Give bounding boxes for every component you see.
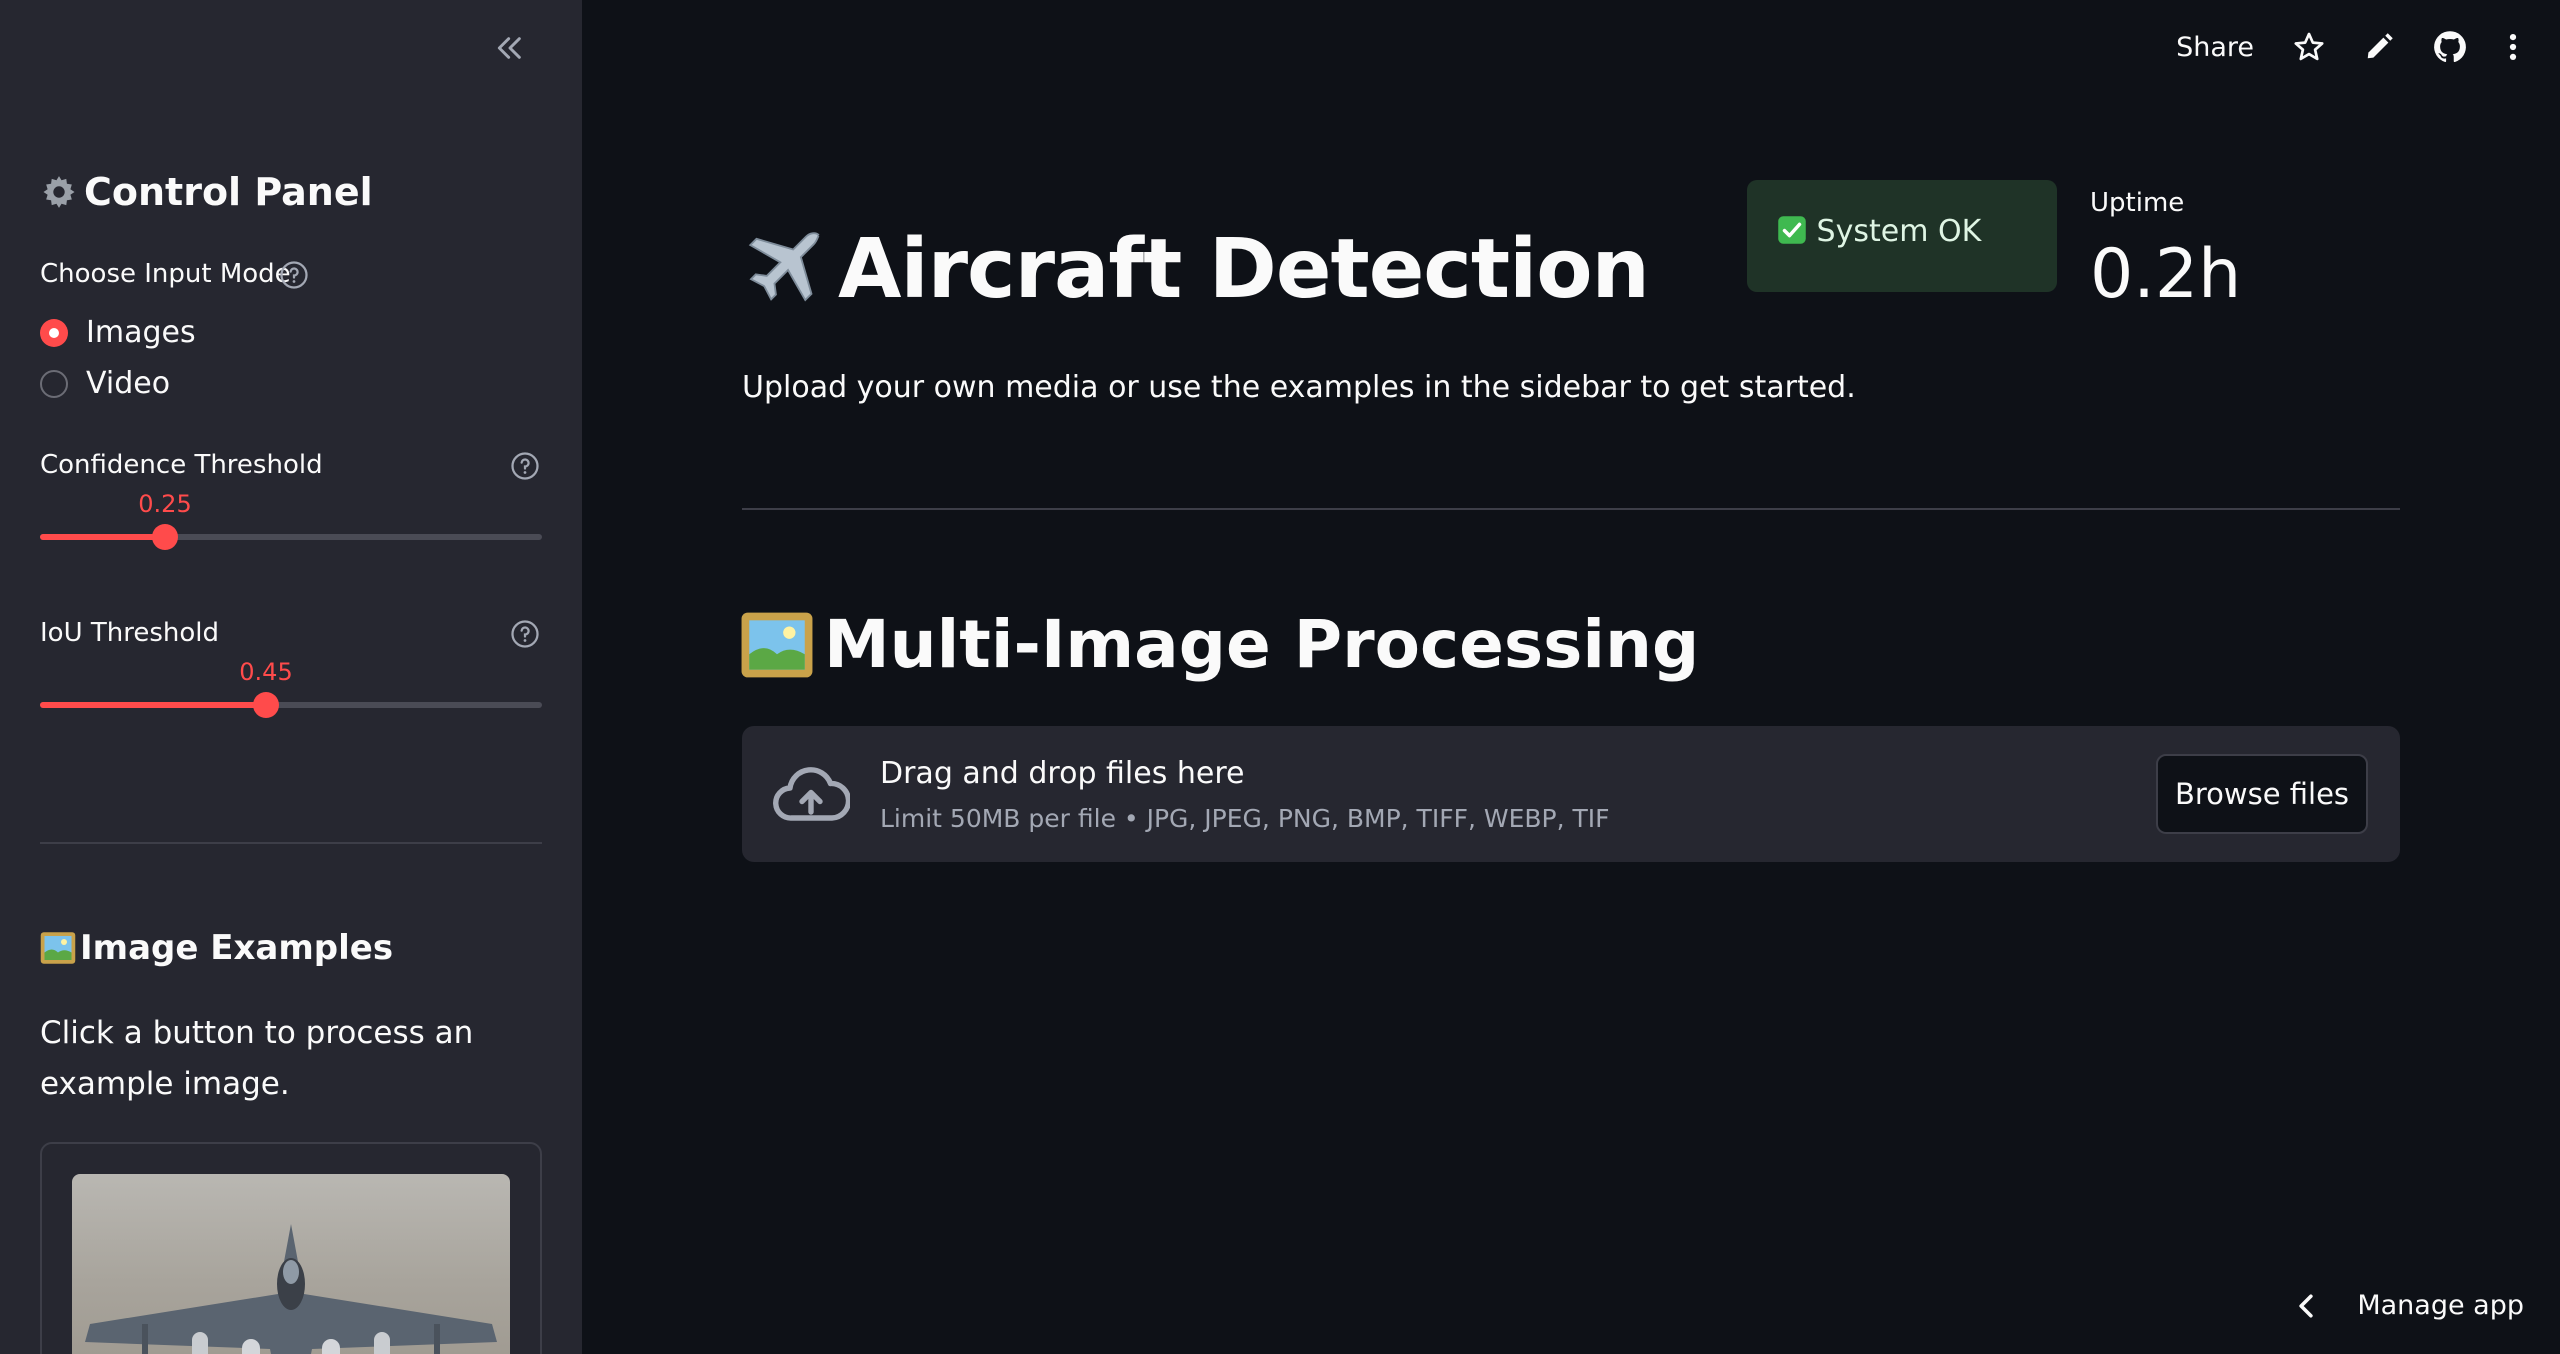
slider-thumb[interactable] — [253, 692, 279, 718]
slider-thumb[interactable] — [152, 524, 178, 550]
framed-picture-icon — [40, 932, 76, 964]
radio-button-selected[interactable] — [40, 318, 68, 347]
sidebar: Control Panel Choose Input Mode Images V… — [0, 0, 582, 1354]
pencil-icon — [2367, 33, 2393, 59]
examples-description: Click a button to process an example ima… — [40, 1015, 474, 1102]
star-button[interactable] — [2292, 30, 2326, 64]
iou-threshold-label: IoU Threshold — [40, 618, 220, 648]
input-mode-label: Choose Input Mode — [40, 259, 291, 289]
framed-picture-icon — [741, 612, 813, 677]
confidence-slider[interactable] — [40, 524, 542, 550]
sidebar-title-text: Control Panel — [84, 170, 373, 214]
browse-files-button[interactable]: Browse files — [2156, 754, 2368, 834]
upload-title: Drag and drop files here — [880, 756, 1245, 791]
file-uploader-dropzone[interactable]: Drag and drop files here Limit 50MB per … — [742, 726, 2400, 862]
radio-label: Images — [86, 315, 196, 350]
check-mark-icon — [1778, 216, 1806, 244]
github-button[interactable] — [2432, 29, 2468, 65]
example-card — [40, 1142, 542, 1354]
kebab-menu-icon — [2509, 33, 2517, 61]
airplane-icon — [748, 231, 820, 302]
page-subtitle: Upload your own media or use the example… — [742, 370, 1856, 405]
status-text: System OK — [1816, 214, 1982, 249]
example-image-fighter-jet[interactable] — [72, 1174, 510, 1354]
status-badge: System OK — [1747, 180, 2057, 292]
gear-icon — [43, 176, 75, 208]
section-title: Multi-Image Processing — [824, 606, 1700, 683]
slider-fill — [40, 534, 165, 540]
share-button[interactable]: Share — [2176, 32, 2254, 63]
radio-option-video[interactable]: Video — [40, 366, 170, 401]
divider — [40, 842, 542, 844]
iou-slider[interactable] — [40, 692, 542, 718]
examples-title: Image Examples — [80, 928, 394, 968]
slider-fill — [40, 702, 266, 708]
upload-limits: Limit 50MB per file • JPG, JPEG, PNG, BM… — [880, 804, 1610, 833]
examples-heading: Image Examples — [40, 928, 393, 968]
uptime-value: 0.2h — [2090, 235, 2242, 314]
share-label: Share — [2176, 31, 2254, 63]
double-chevron-left-icon — [497, 37, 521, 59]
page-title: Aircraft Detection — [740, 222, 1650, 317]
uptime-label: Uptime — [2090, 188, 2185, 218]
help-icon[interactable] — [279, 260, 309, 290]
star-icon — [2294, 32, 2324, 61]
chevron-left-icon — [2299, 1293, 2314, 1318]
help-icon[interactable] — [510, 619, 540, 649]
radio-button[interactable] — [40, 369, 68, 398]
help-icon[interactable] — [510, 451, 540, 481]
manage-app-button[interactable]: Manage app — [2295, 1290, 2524, 1321]
divider — [742, 508, 2400, 510]
confidence-threshold-label: Confidence Threshold — [40, 450, 323, 480]
fighter-jet-image — [85, 1224, 497, 1354]
radio-label: Video — [86, 366, 171, 401]
confidence-value: 0.25 — [138, 490, 192, 518]
page-title-text: Aircraft Detection — [838, 222, 1650, 317]
main-menu-button[interactable] — [2506, 30, 2520, 64]
section-heading: Multi-Image Processing — [740, 606, 1699, 683]
github-icon — [2434, 31, 2466, 63]
cloud-upload-icon — [773, 767, 850, 821]
iou-value: 0.45 — [239, 658, 293, 686]
radio-option-images[interactable]: Images — [40, 315, 196, 350]
edit-button[interactable] — [2364, 32, 2394, 62]
collapse-sidebar-button[interactable] — [490, 28, 530, 68]
manage-app-label: Manage app — [2357, 1290, 2524, 1321]
top-toolbar: Share — [2176, 22, 2520, 72]
sidebar-title: Control Panel — [40, 170, 373, 214]
